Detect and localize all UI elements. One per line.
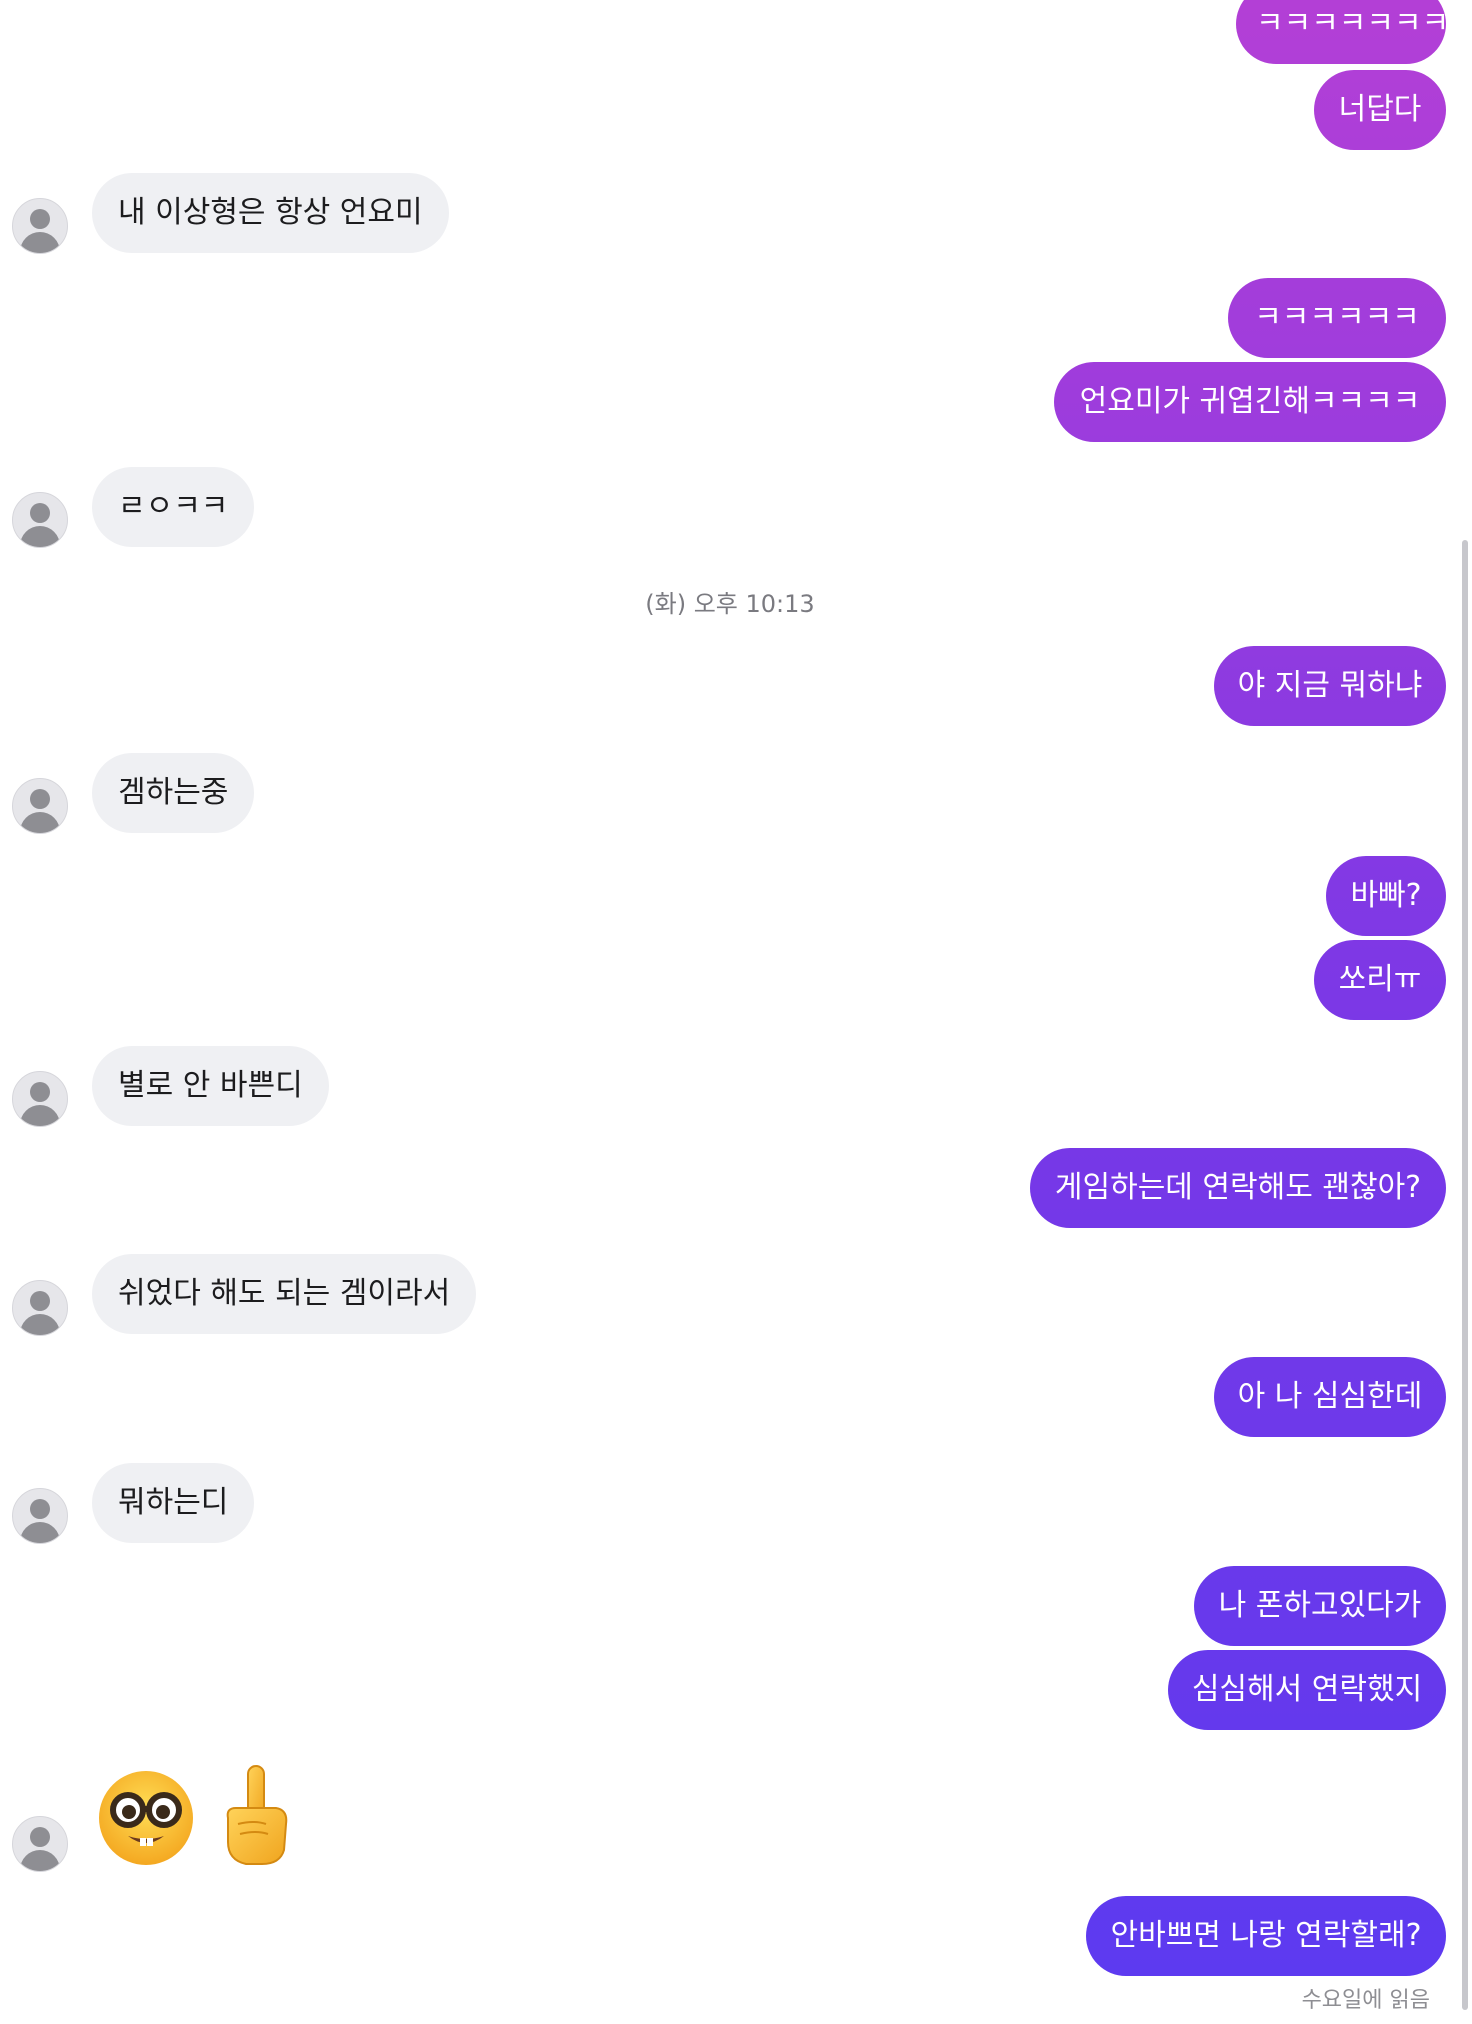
sent-message[interactable]: ㅋㅋㅋㅋㅋㅋ bbox=[1228, 278, 1446, 358]
received-message[interactable]: ㄹㅇㅋㅋ bbox=[92, 467, 255, 547]
received-message[interactable]: 별로 안 바쁜디 bbox=[92, 1046, 329, 1126]
sent-message[interactable]: 야 지금 뭐하냐 bbox=[1214, 646, 1446, 726]
sent-message[interactable]: 게임하는데 연락해도 괜찮아? bbox=[1030, 1148, 1446, 1228]
pointing-up-emoji[interactable] bbox=[218, 1764, 298, 1868]
received-message[interactable]: 쉬었다 해도 되는 겜이라서 bbox=[92, 1254, 477, 1334]
sent-message[interactable]: 너답다 bbox=[1314, 70, 1446, 150]
sent-message[interactable]: 심심해서 연락했지 bbox=[1168, 1650, 1446, 1730]
scrollbar[interactable] bbox=[1462, 540, 1468, 2010]
received-message[interactable]: 뭐하는디 bbox=[92, 1463, 255, 1543]
received-message[interactable]: 내 이상형은 항상 언요미 bbox=[92, 173, 449, 253]
timestamp: (화) 오후 10:13 bbox=[645, 590, 815, 618]
sent-message[interactable]: 바빠? bbox=[1326, 856, 1446, 936]
sent-message[interactable]: 쏘리ㅠ bbox=[1314, 940, 1446, 1020]
avatar[interactable] bbox=[12, 198, 68, 254]
avatar[interactable] bbox=[12, 1488, 68, 1544]
avatar[interactable] bbox=[12, 778, 68, 834]
avatar[interactable] bbox=[12, 1071, 68, 1127]
avatar[interactable] bbox=[12, 492, 68, 548]
sent-message[interactable]: ㅋㅋㅋㅋㅋㅋㅋㅋ bbox=[1236, 0, 1472, 64]
chat-thread: ㅋㅋㅋㅋㅋㅋㅋㅋ 너답다 내 이상형은 항상 언요미 ㅋㅋㅋㅋㅋㅋ 언요미가 귀… bbox=[0, 0, 1472, 2024]
avatar[interactable] bbox=[12, 1816, 68, 1872]
sent-message[interactable]: 나 폰하고있다가 bbox=[1194, 1566, 1446, 1646]
read-receipt: 수요일에 읽음 bbox=[1301, 1988, 1430, 2013]
sent-message[interactable]: 아 나 심심한데 bbox=[1214, 1357, 1446, 1437]
received-message[interactable]: 겜하는중 bbox=[92, 753, 255, 833]
nerd-face-emoji[interactable] bbox=[96, 1768, 196, 1868]
sent-message[interactable]: 안바쁘면 나랑 연락할래? bbox=[1086, 1896, 1446, 1976]
sent-message[interactable]: 언요미가 귀엽긴해ㅋㅋㅋㅋ bbox=[1054, 362, 1446, 442]
avatar[interactable] bbox=[12, 1280, 68, 1336]
